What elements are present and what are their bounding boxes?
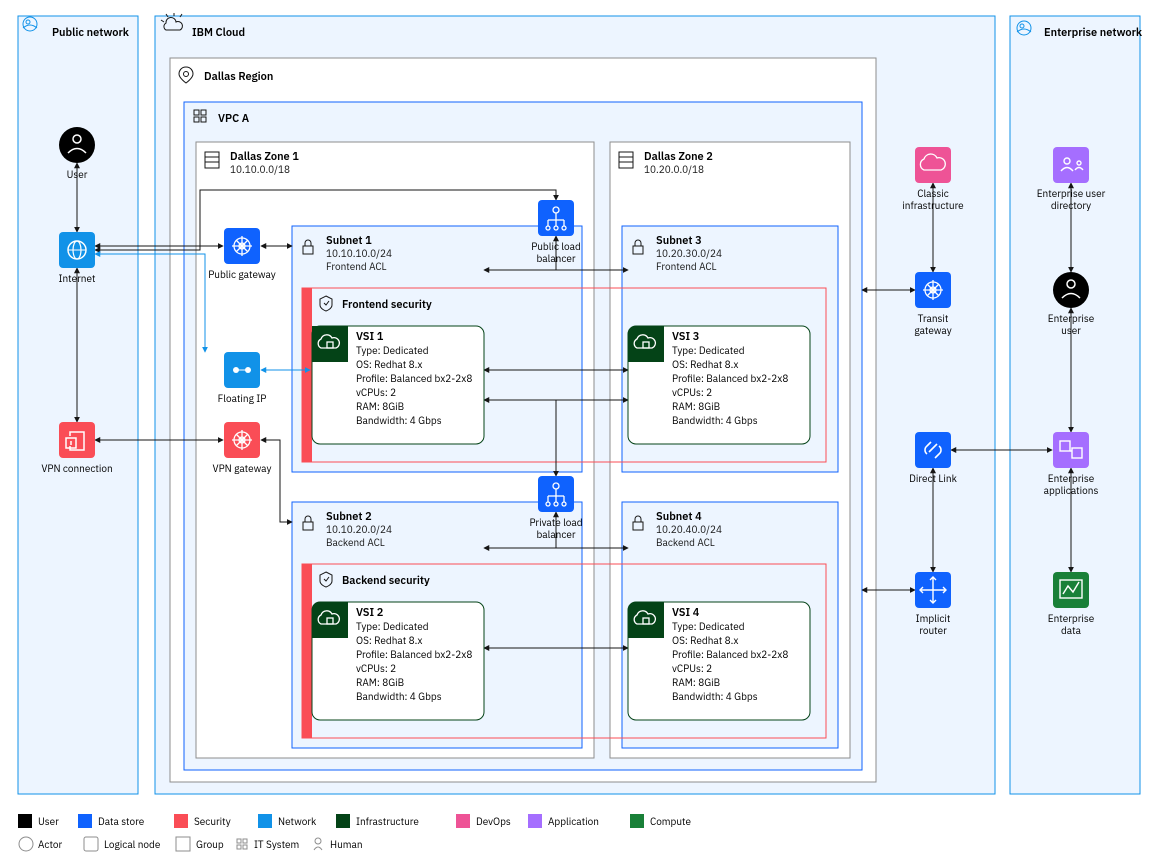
svg-text:VPN gateway: VPN gateway	[213, 462, 272, 475]
vsi3: VSI 3 Type: Dedicated OS: Redhat 8.x Pro…	[628, 326, 810, 444]
svg-text:VPN connection: VPN connection	[41, 462, 112, 475]
svg-text:balancer: balancer	[536, 252, 575, 265]
legend-colors: User Data store Security Network Infrastruct…	[18, 814, 691, 828]
svg-text:DevOps: DevOps	[476, 815, 511, 828]
vsi1: VSI 1 Type: Dedicated OS: Redhat 8.x Pro…	[312, 326, 484, 444]
svg-text:Frontend ACL: Frontend ACL	[326, 260, 387, 273]
svg-text:Bandwidth: 4 Gbps: Bandwidth: 4 Gbps	[356, 414, 442, 427]
svg-text:vCPUs: 2: vCPUs: 2	[672, 386, 712, 399]
svg-text:10.20.0.0/18: 10.20.0.0/18	[644, 163, 704, 176]
svg-text:Compute: Compute	[650, 815, 691, 828]
svg-text:Type: Dedicated: Type: Dedicated	[356, 620, 429, 633]
node-floating-ip: Floating IP	[218, 352, 267, 405]
vsi2: VSI 2 Type: Dedicated OS: Redhat 8.x Pro…	[312, 602, 484, 720]
svg-text:Dallas Region: Dallas Region	[204, 70, 273, 84]
svg-text:Public network: Public network	[52, 26, 130, 40]
svg-text:RAM: 8GiB: RAM: 8GiB	[672, 676, 720, 689]
svg-text:Bandwidth: 4 Gbps: Bandwidth: 4 Gbps	[672, 414, 758, 427]
svg-text:User: User	[38, 815, 59, 828]
svg-text:OS: Redhat 8.x: OS: Redhat 8.x	[672, 634, 738, 647]
svg-text:RAM: 8GiB: RAM: 8GiB	[356, 400, 404, 413]
svg-text:balancer: balancer	[536, 528, 575, 541]
svg-text:Floating IP: Floating IP	[218, 392, 267, 405]
svg-text:Subnet 1: Subnet 1	[326, 234, 372, 248]
svg-text:Profile: Balanced bx2-2x8: Profile: Balanced bx2-2x8	[356, 648, 472, 661]
svg-text:IBM Cloud: IBM Cloud	[192, 26, 245, 40]
svg-text:VSI 1: VSI 1	[356, 330, 384, 344]
svg-text:Dallas Zone 2: Dallas Zone 2	[644, 150, 713, 164]
svg-text:10.10.20.0/24: 10.10.20.0/24	[326, 523, 392, 536]
svg-text:Direct Link: Direct Link	[909, 472, 957, 485]
svg-text:Frontend ACL: Frontend ACL	[656, 260, 717, 273]
svg-text:VSI 2: VSI 2	[356, 606, 383, 620]
svg-text:Dallas Zone 1: Dallas Zone 1	[230, 150, 299, 164]
svg-text:10.20.40.0/24: 10.20.40.0/24	[656, 523, 722, 536]
svg-text:Internet: Internet	[59, 272, 96, 285]
svg-text:user: user	[1061, 324, 1081, 337]
svg-text:router: router	[919, 624, 947, 637]
svg-text:vCPUs: 2: vCPUs: 2	[672, 662, 712, 675]
svg-text:Backend ACL: Backend ACL	[656, 536, 715, 549]
svg-text:OS: Redhat 8.x: OS: Redhat 8.x	[672, 358, 738, 371]
svg-text:vCPUs: 2: vCPUs: 2	[356, 662, 396, 675]
svg-text:Public gateway: Public gateway	[208, 268, 276, 281]
svg-text:User: User	[67, 168, 88, 181]
svg-text:Logical node: Logical node	[104, 838, 161, 851]
svg-text:Type: Dedicated: Type: Dedicated	[672, 344, 745, 357]
svg-text:Human: Human	[330, 838, 363, 851]
svg-text:Subnet 4: Subnet 4	[656, 510, 702, 524]
svg-text:Profile: Balanced bx2-2x8: Profile: Balanced bx2-2x8	[356, 372, 472, 385]
svg-text:infrastructure: infrastructure	[902, 199, 964, 212]
svg-text:Infrastructure: Infrastructure	[356, 815, 419, 828]
svg-text:Backend security: Backend security	[342, 574, 430, 588]
svg-text:OS: Redhat 8.x: OS: Redhat 8.x	[356, 634, 422, 647]
svg-text:VSI 3: VSI 3	[672, 330, 699, 344]
group-enterprise-network: Enterprise network	[1010, 16, 1143, 794]
svg-text:vCPUs: 2: vCPUs: 2	[356, 386, 396, 399]
node-transit-gateway: Transit gateway	[914, 272, 951, 337]
svg-text:VPC A: VPC A	[218, 112, 250, 126]
svg-text:VSI 4: VSI 4	[672, 606, 700, 620]
svg-text:applications: applications	[1044, 484, 1099, 497]
vsi4: VSI 4 Type: Dedicated OS: Redhat 8.x Pro…	[628, 602, 810, 720]
svg-text:Backend ACL: Backend ACL	[326, 536, 385, 549]
svg-text:Frontend security: Frontend security	[342, 298, 432, 312]
node-internet: Internet	[59, 232, 96, 285]
svg-text:10.20.30.0/24: 10.20.30.0/24	[656, 247, 722, 260]
svg-text:data: data	[1061, 624, 1082, 637]
svg-text:Actor: Actor	[38, 838, 63, 851]
svg-text:10.10.10.0/24: 10.10.10.0/24	[326, 247, 392, 260]
node-implicit-router: Implicit router	[915, 572, 951, 637]
svg-text:Profile: Balanced bx2-2x8: Profile: Balanced bx2-2x8	[672, 372, 788, 385]
svg-text:Subnet 3: Subnet 3	[656, 234, 702, 248]
svg-text:Enterprise network: Enterprise network	[1044, 26, 1143, 40]
svg-text:RAM: 8GiB: RAM: 8GiB	[672, 400, 720, 413]
svg-text:Subnet 2: Subnet 2	[326, 510, 372, 524]
svg-text:Group: Group	[196, 838, 224, 851]
svg-text:Bandwidth: 4 Gbps: Bandwidth: 4 Gbps	[356, 690, 442, 703]
svg-text:IT System: IT System	[254, 838, 299, 851]
svg-text:Application: Application	[548, 815, 599, 828]
svg-text:10.10.0.0/18: 10.10.0.0/18	[230, 163, 290, 176]
svg-text:Profile: Balanced bx2-2x8: Profile: Balanced bx2-2x8	[672, 648, 788, 661]
node-direct-link: Direct Link	[909, 432, 957, 485]
svg-text:Security: Security	[194, 815, 231, 828]
svg-text:RAM: 8GiB: RAM: 8GiB	[356, 676, 404, 689]
svg-text:Type: Dedicated: Type: Dedicated	[356, 344, 429, 357]
svg-text:gateway: gateway	[914, 324, 951, 337]
legend-shapes: Actor Logical node Group IT System Human	[19, 837, 363, 851]
svg-text:Network: Network	[278, 815, 317, 828]
node-public-lb: Public load balancer	[531, 200, 581, 265]
svg-text:OS: Redhat 8.x: OS: Redhat 8.x	[356, 358, 422, 371]
svg-text:Type: Dedicated: Type: Dedicated	[672, 620, 745, 633]
svg-text:Bandwidth: 4 Gbps: Bandwidth: 4 Gbps	[672, 690, 758, 703]
svg-text:directory: directory	[1051, 199, 1091, 212]
svg-text:Data store: Data store	[98, 815, 145, 828]
